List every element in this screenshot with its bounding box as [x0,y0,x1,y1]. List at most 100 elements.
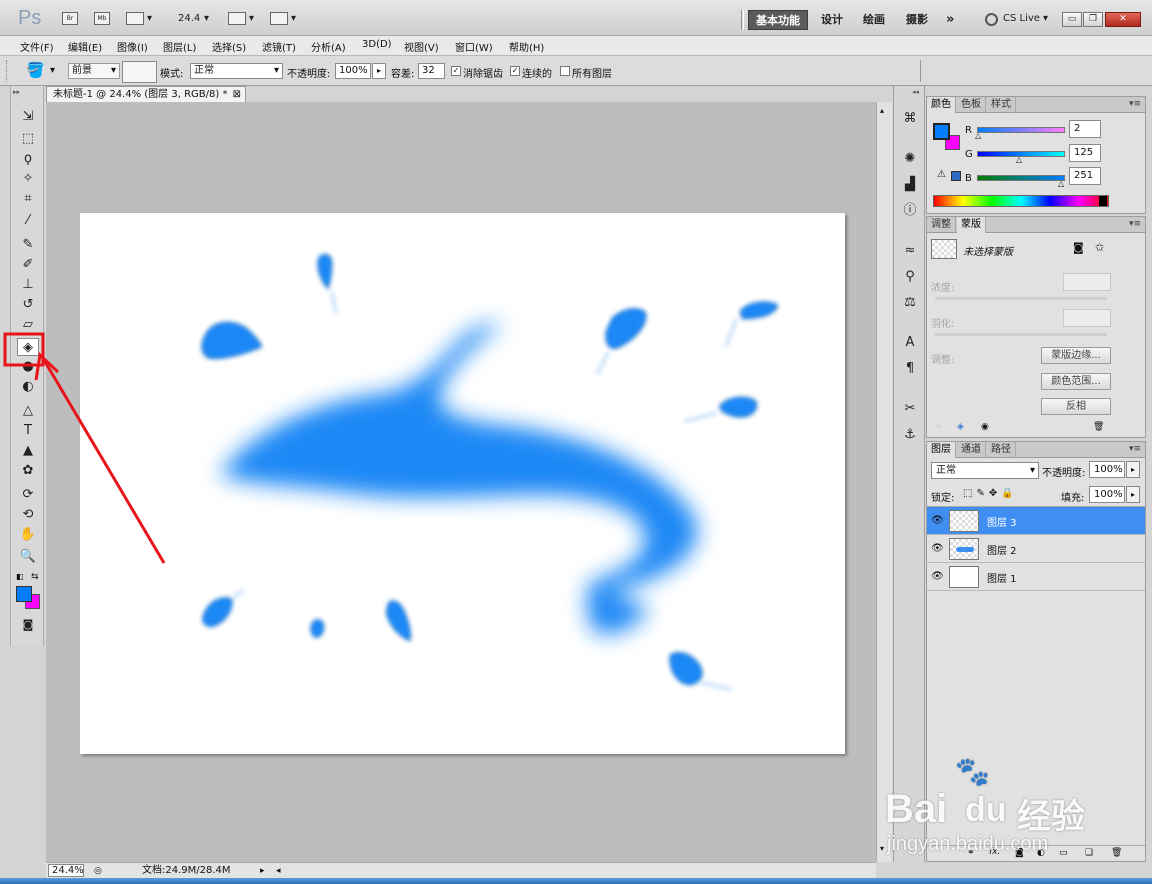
close-icon[interactable]: ⊠ [233,87,241,102]
paragraph-panel-icon[interactable]: ¶ [901,360,919,378]
menu-view[interactable]: 视图(V) [404,39,439,54]
visibility-mask-icon[interactable]: ◉ [981,422,989,432]
tab-channels[interactable]: 通道 [957,442,986,458]
blur-tool-icon[interactable]: ● [17,358,39,376]
tab-swatches[interactable]: 色板 [957,97,986,113]
opacity-input[interactable]: 100% [335,63,371,79]
menu-filter[interactable]: 滤镜(T) [262,39,296,54]
antialias-checkbox[interactable]: ✓ [451,66,461,76]
blue-slider-thumb[interactable]: △ [1058,179,1064,188]
panel-menu-icon[interactable]: ▾≡ [1129,444,1141,454]
green-slider-thumb[interactable]: △ [1016,155,1022,164]
color-range-button[interactable]: 颜色范围... [1041,373,1111,390]
vector-mask-icon[interactable]: ✩ [1095,241,1104,254]
pattern-picker[interactable] [122,61,157,83]
scroll-down-icon[interactable]: ▾ [880,844,884,853]
tool-presets-icon[interactable]: ✂ [901,400,919,418]
minimize-icon[interactable]: ▭ [1062,12,1082,27]
layer-row-1[interactable]: 👁 图层 1 [927,563,1145,591]
menu-image[interactable]: 图像(I) [117,39,148,54]
move-tool-icon[interactable]: ⇲ [17,108,39,126]
eraser-tool-icon[interactable]: ▱ [17,316,39,334]
red-slider[interactable] [977,127,1065,133]
invert-button[interactable]: 反相 [1041,398,1111,415]
history-brush-tool-icon[interactable]: ↺ [17,296,39,314]
collapse-icon[interactable]: ▸▸ [13,88,20,96]
eyedropper-tool-icon[interactable]: ⁄ [17,212,39,230]
bridge-button[interactable]: Br [62,12,78,25]
dodge-tool-icon[interactable]: ◐ [17,378,39,396]
tab-color[interactable]: 颜色 [927,97,956,113]
expand-icon[interactable]: ◂◂ [912,88,919,96]
history-panel-icon[interactable]: ⌘ [901,110,919,128]
chevron-down-icon[interactable]: ▾ [50,65,55,76]
hand-tool-icon[interactable]: ✋ [17,526,39,544]
tolerance-input[interactable]: 32 [418,63,445,79]
3d-rotate-tool-icon[interactable]: ⟳ [17,486,39,504]
menu-layer[interactable]: 图层(L) [163,39,196,54]
color-spectrum-bar[interactable] [933,195,1109,207]
brush-presets-icon[interactable]: ≈ [901,242,919,260]
scroll-left-icon[interactable]: ◂ [276,864,281,878]
visibility-eye-icon[interactable]: 👁 [931,543,944,554]
close-icon[interactable]: ✕ [1105,12,1141,27]
visibility-eye-icon[interactable]: 👁 [931,515,944,526]
panel-menu-icon[interactable]: ▾≡ [1129,219,1141,229]
workspace-painting[interactable]: 绘画 [856,10,892,30]
opacity-slider-toggle[interactable]: ▸ [372,63,386,79]
spectrum-black-swatch[interactable] [1099,196,1107,206]
workspace-photography[interactable]: 摄影 [899,10,935,30]
lock-icons[interactable]: ⬚✎✥🔒 [963,488,1018,499]
tab-styles[interactable]: 样式 [987,97,1016,113]
foreground-color-swatch[interactable] [933,123,950,140]
blend-mode-select[interactable]: 正常 ▾ [931,462,1039,479]
mode-select[interactable]: 正常 ▾ [190,63,283,79]
apply-mask-icon[interactable]: ◈ [957,422,964,432]
shape-tool-icon[interactable]: ✿ [17,462,39,480]
menu-3d[interactable]: 3D(D) [362,39,392,50]
blue-slider[interactable] [977,175,1065,181]
info-panel-icon[interactable]: ⓘ [901,202,919,220]
pixel-mask-icon[interactable]: ◙ [1073,241,1084,254]
path-selection-tool-icon[interactable]: ▲ [17,442,39,460]
workspace-essentials[interactable]: 基本功能 [748,10,808,30]
scroll-up-icon[interactable]: ▴ [880,106,884,115]
zoom-tool-icon[interactable]: 🔍 [17,548,39,566]
marquee-tool-icon[interactable]: ⬚ [17,130,39,148]
restore-icon[interactable]: ❐ [1083,12,1103,27]
view-extras-icon[interactable] [126,12,144,25]
chevron-down-icon[interactable]: ▾ [249,13,254,24]
menu-help[interactable]: 帮助(H) [509,39,544,54]
swap-colors-icon[interactable]: ⇆ [31,572,39,582]
default-colors-icon[interactable]: ◧ [16,572,24,581]
chevron-down-icon[interactable]: ▾ [291,13,296,24]
canvas[interactable] [80,213,845,754]
all-layers-checkbox[interactable] [560,66,570,76]
trash-icon[interactable]: 🗑 [1093,422,1104,432]
screen-mode-icon[interactable] [270,12,288,25]
minibridge-button[interactable]: Mb [94,12,110,25]
mask-edge-button[interactable]: 蒙版边缘... [1041,347,1111,364]
more-workspaces-button[interactable]: » [939,10,961,30]
load-selection-icon[interactable]: ⁘ [935,422,943,432]
quick-selection-tool-icon[interactable]: ✧ [17,170,39,188]
type-tool-icon[interactable]: T [17,422,39,440]
lasso-tool-icon[interactable]: ϙ [17,150,39,168]
menu-select[interactable]: 选择(S) [212,39,246,54]
tab-masks[interactable]: 蒙版 [957,217,986,233]
status-menu-icon[interactable]: ▸ [260,864,265,878]
green-input[interactable]: 125 [1069,144,1101,162]
menu-analysis[interactable]: 分析(A) [311,39,346,54]
layer-row-3[interactable]: 👁 图层 3 [927,507,1145,535]
workspace-design[interactable]: 设计 [814,10,850,30]
foreground-color-swatch[interactable] [16,586,32,602]
blue-input[interactable]: 251 [1069,167,1101,185]
contiguous-checkbox[interactable]: ✓ [510,66,520,76]
histogram-icon[interactable]: ▟ [901,176,919,194]
menu-window[interactable]: 窗口(W) [455,39,493,54]
clone-stamp-tool-icon[interactable]: ⊥ [17,276,39,294]
document-tab[interactable]: 未标题-1 @ 24.4% (图层 3, RGB/8) * ⊠ [46,86,246,102]
layer-opacity-input[interactable]: 100% [1089,461,1125,478]
status-zoom[interactable]: 24.4% [48,864,84,877]
cslive-button[interactable]: CS Live [1003,13,1040,24]
